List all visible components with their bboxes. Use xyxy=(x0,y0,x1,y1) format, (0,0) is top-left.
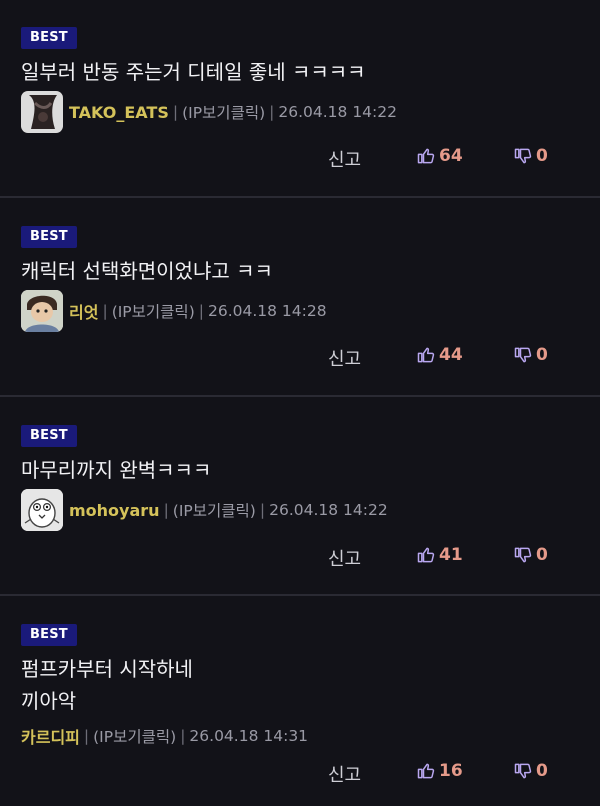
thumbs-down-icon xyxy=(514,148,532,164)
comment-date: 26.04.18 14:22 xyxy=(269,501,388,519)
ip-link[interactable]: (IP보기클릭) xyxy=(93,725,176,747)
report-button[interactable]: 신고 xyxy=(328,761,361,787)
ip-link[interactable]: (IP보기클릭) xyxy=(112,300,195,322)
dislike-button[interactable]: 0 xyxy=(513,146,548,166)
comment-actions: 신고 41 0 xyxy=(0,542,600,572)
like-button[interactable]: 16 xyxy=(416,761,463,781)
separator: | xyxy=(163,501,169,519)
comment-actions: 신고 64 0 xyxy=(0,143,600,173)
dark-figure-avatar[interactable] xyxy=(21,91,63,133)
like-count: 41 xyxy=(439,545,463,565)
best-badge: BEST xyxy=(21,27,77,49)
best-badge: BEST xyxy=(21,624,77,646)
comment-item: BEST 일부러 반동 주는거 디테일 좋네 ㅋㅋㅋㅋ TAKO_EATS | … xyxy=(0,0,600,198)
separator: | xyxy=(198,302,204,320)
like-button[interactable]: 44 xyxy=(416,345,463,365)
comment-actions: 신고 16 0 xyxy=(0,758,600,788)
comment-text: 마무리까지 완벽ㅋㅋㅋ xyxy=(21,458,212,482)
comment-meta: TAKO_EATS | (IP보기클릭) | 26.04.18 14:22 xyxy=(21,90,397,134)
author-name[interactable]: 리엇 xyxy=(69,299,98,323)
comment-date: 26.04.18 14:28 xyxy=(207,302,327,320)
like-count: 16 xyxy=(439,761,463,781)
author-name[interactable]: TAKO_EATS xyxy=(69,103,169,122)
thumbs-up-icon xyxy=(417,148,435,164)
separator: | xyxy=(259,501,266,519)
comment-text: 캐릭터 선택화면이었냐고 ㅋㅋ xyxy=(21,259,273,283)
dislike-button[interactable]: 0 xyxy=(513,545,548,565)
report-button[interactable]: 신고 xyxy=(328,146,361,172)
thumbs-up-icon xyxy=(417,347,435,363)
comment-date: 26.04.18 14:31 xyxy=(189,727,309,745)
separator: | xyxy=(102,302,108,320)
thumbs-up-icon xyxy=(417,763,435,779)
thumbs-up-icon xyxy=(417,547,435,563)
dislike-count: 0 xyxy=(536,146,548,166)
separator: | xyxy=(172,103,179,121)
like-button[interactable]: 41 xyxy=(416,545,463,565)
comment-meta: 카르디피 | (IP보기클릭) | 26.04.18 14:31 xyxy=(21,714,308,758)
like-button[interactable]: 64 xyxy=(416,146,463,166)
sketch-bird-avatar[interactable] xyxy=(21,489,63,531)
thumbs-down-icon xyxy=(514,763,532,779)
comment-item: BEST 마무리까지 완벽ㅋㅋㅋ mohoyaru | (IP보기클릭) | 2… xyxy=(0,397,600,596)
comment-text: 펌프카부터 시작하네 xyxy=(21,657,193,681)
comment-item: BEST 펌프카부터 시작하네 끼아악 카르디피 | (IP보기클릭) | 26… xyxy=(0,596,600,806)
like-count: 44 xyxy=(439,345,463,365)
thumbs-down-icon xyxy=(514,347,532,363)
report-button[interactable]: 신고 xyxy=(328,345,361,371)
best-badge: BEST xyxy=(21,425,77,447)
ip-link[interactable]: (IP보기클릭) xyxy=(182,101,265,123)
comment-text: 일부러 반동 주는거 디테일 좋네 ㅋㅋㅋㅋ xyxy=(21,60,366,84)
dislike-count: 0 xyxy=(536,345,548,365)
dislike-button[interactable]: 0 xyxy=(513,345,548,365)
comment-text: 끼아악 xyxy=(21,689,77,713)
dislike-button[interactable]: 0 xyxy=(513,761,548,781)
separator: | xyxy=(83,727,90,745)
comment-meta: 리엇 | (IP보기클릭) | 26.04.18 14:28 xyxy=(21,289,327,333)
dislike-count: 0 xyxy=(536,545,548,565)
author-name[interactable]: 카르디피 xyxy=(21,724,80,748)
report-button[interactable]: 신고 xyxy=(328,545,361,571)
best-badge: BEST xyxy=(21,226,77,248)
like-count: 64 xyxy=(439,146,463,166)
cartoon-character-avatar[interactable] xyxy=(21,290,63,332)
comment-date: 26.04.18 14:22 xyxy=(278,103,397,121)
comment-item: BEST 캐릭터 선택화면이었냐고 ㅋㅋ 리엇 | (IP보기클릭) | 26.… xyxy=(0,198,600,397)
comment-actions: 신고 44 0 xyxy=(0,342,600,372)
comment-meta: mohoyaru | (IP보기클릭) | 26.04.18 14:22 xyxy=(21,488,388,532)
dislike-count: 0 xyxy=(536,761,548,781)
thumbs-down-icon xyxy=(514,547,532,563)
separator: | xyxy=(180,727,186,745)
ip-link[interactable]: (IP보기클릭) xyxy=(173,499,256,521)
author-name[interactable]: mohoyaru xyxy=(69,501,160,520)
separator: | xyxy=(269,103,275,121)
